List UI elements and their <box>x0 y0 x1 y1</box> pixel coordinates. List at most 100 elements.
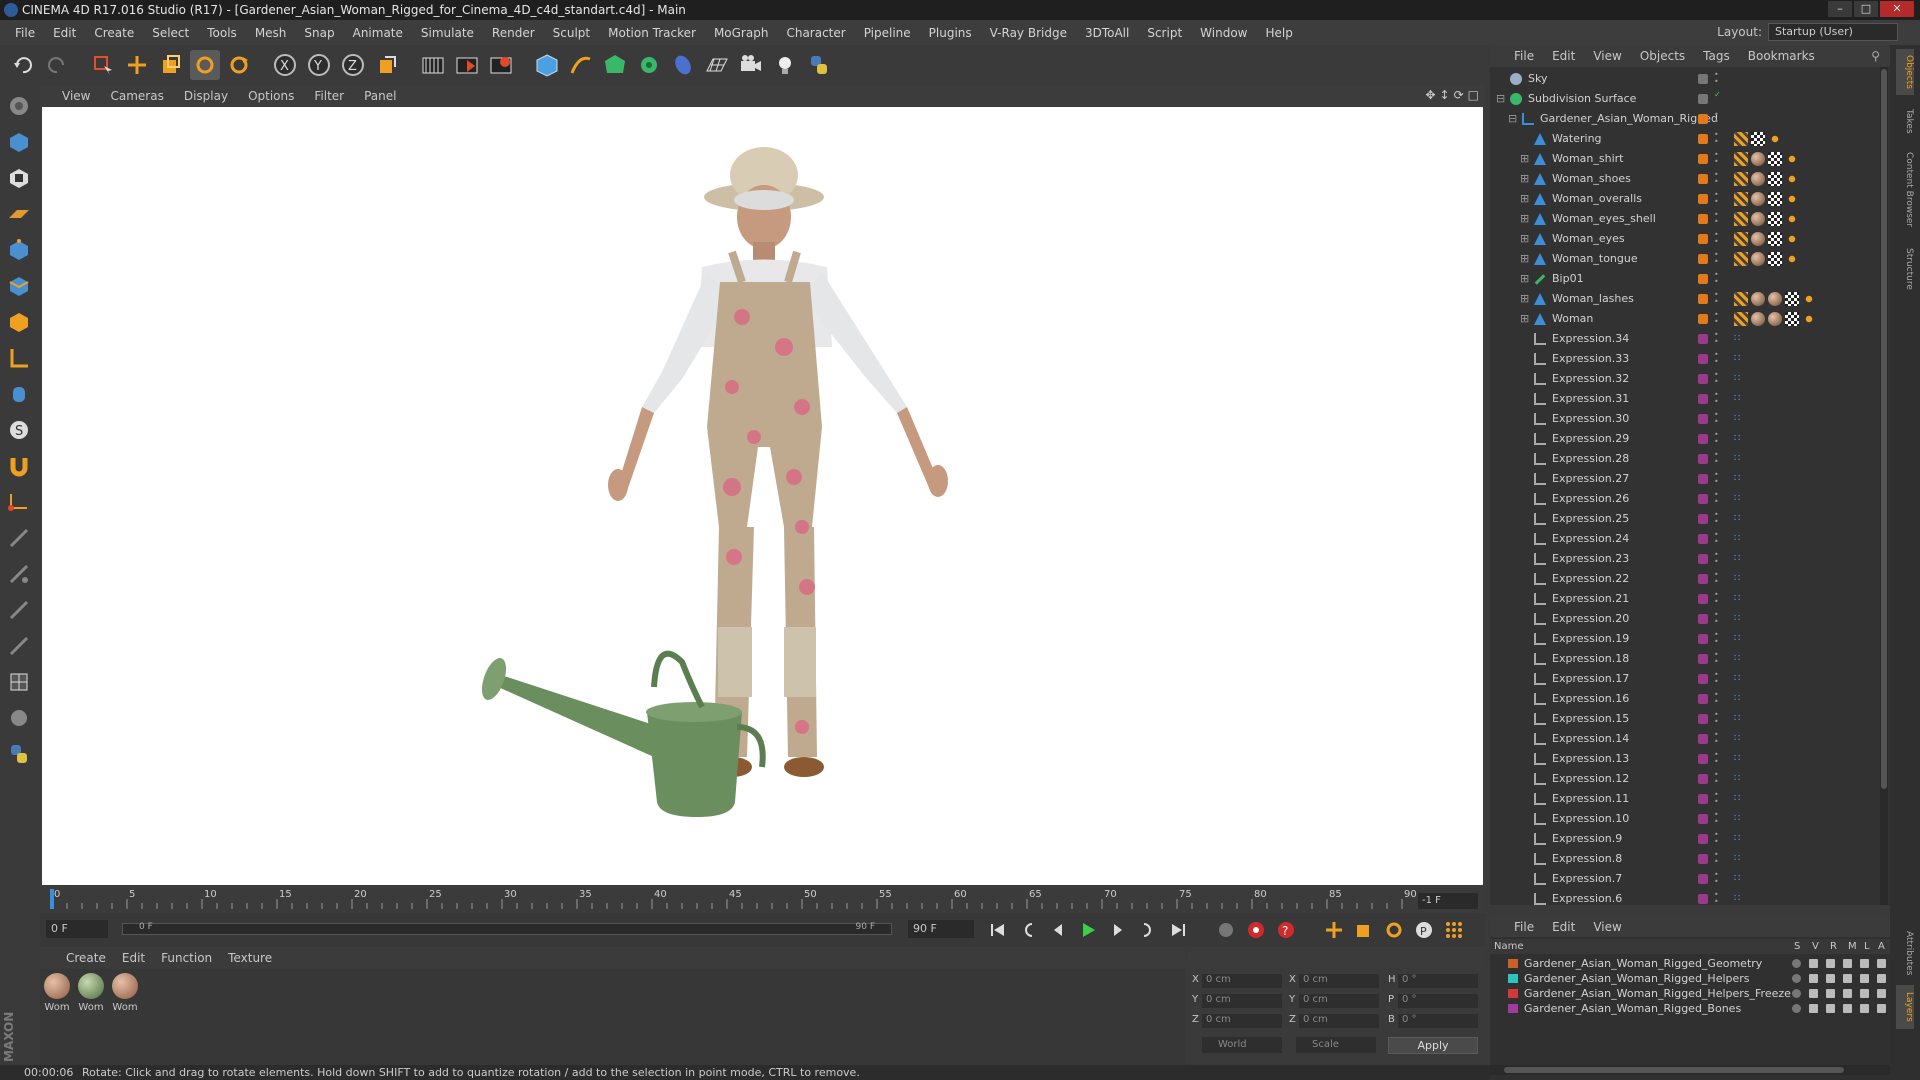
menu-tools[interactable]: Tools <box>198 26 246 40</box>
visibility-toggle-icon[interactable]: • • <box>1714 851 1719 866</box>
maximize-button[interactable]: □ <box>1854 1 1878 17</box>
smooth-tool-icon[interactable] <box>4 595 34 625</box>
layer-color-swatch[interactable] <box>1508 989 1518 998</box>
workplane-icon[interactable] <box>4 199 34 229</box>
key-rotation-icon[interactable] <box>1381 917 1407 943</box>
object-row[interactable]: Expression.21 • • ∷ <box>1490 589 1890 609</box>
visibility-toggle-icon[interactable]: • • <box>1714 531 1719 546</box>
object-row[interactable]: Expression.17 • • ∷ <box>1490 669 1890 689</box>
layer-color-swatch[interactable] <box>1698 754 1708 764</box>
pose-morph-tag-icon[interactable]: ∷ <box>1734 612 1748 626</box>
weight-tag-icon[interactable] <box>1785 212 1799 226</box>
layer-color-swatch[interactable] <box>1698 794 1708 804</box>
layer-manager-icon[interactable] <box>1843 974 1852 983</box>
viewport-menu-panel[interactable]: Panel <box>364 89 396 103</box>
current-frame-field[interactable]: -1 F <box>1418 893 1478 909</box>
uvw-tag-icon[interactable] <box>1768 192 1782 206</box>
z-axis-icon[interactable]: Z <box>338 50 368 80</box>
uvw-tag-icon[interactable] <box>1768 152 1782 166</box>
menu-snap[interactable]: Snap <box>295 26 343 40</box>
layer-color-swatch[interactable] <box>1698 814 1708 824</box>
object-row[interactable]: ⊞ Woman_overalls • • <box>1490 189 1890 209</box>
object-row[interactable]: ⊞ Woman_lashes • • <box>1490 289 1890 309</box>
search-icon[interactable]: ⚲ <box>1871 49 1880 63</box>
object-row[interactable]: Expression.30 • • ∷ <box>1490 409 1890 429</box>
menu-edit[interactable]: Edit <box>44 26 85 40</box>
material-tag-icon[interactable] <box>1751 212 1765 226</box>
pose-morph-tag-icon[interactable]: ∷ <box>1734 512 1748 526</box>
visibility-toggle-icon[interactable]: • • <box>1714 731 1719 746</box>
phong-tag-icon[interactable] <box>1734 212 1748 226</box>
expand-toggle-icon[interactable]: ⊞ <box>1520 189 1529 209</box>
layer-color-swatch[interactable] <box>1698 774 1708 784</box>
render-view-icon[interactable] <box>418 50 448 80</box>
object-row[interactable]: Sky • • <box>1490 69 1890 89</box>
play-icon[interactable] <box>1075 917 1101 943</box>
position-x-field[interactable]: 0 cm <box>1202 974 1282 988</box>
visibility-toggle-icon[interactable]: • • <box>1714 371 1719 386</box>
layer-color-swatch[interactable] <box>1698 634 1708 644</box>
layer-menu-edit[interactable]: Edit <box>1552 920 1575 934</box>
apply-button[interactable]: Apply <box>1388 1037 1478 1054</box>
visibility-toggle-icon[interactable]: • • <box>1714 71 1719 86</box>
viewport-menu-filter[interactable]: Filter <box>314 89 344 103</box>
visibility-toggle-icon[interactable]: • • <box>1714 831 1719 846</box>
visibility-toggle-icon[interactable]: • • <box>1714 771 1719 786</box>
visibility-toggle-icon[interactable]: • • <box>1714 171 1719 186</box>
object-scrollbar[interactable] <box>1880 67 1888 905</box>
recent-tool-icon[interactable] <box>224 50 254 80</box>
pen-spline-icon[interactable] <box>566 50 596 80</box>
menu-simulate[interactable]: Simulate <box>412 26 483 40</box>
pose-morph-tag-icon[interactable]: ∷ <box>1734 692 1748 706</box>
rotation-h-field[interactable]: 0 ° <box>1398 974 1478 988</box>
key-scale-icon[interactable] <box>1351 917 1377 943</box>
object-row[interactable]: Expression.11 • • ∷ <box>1490 789 1890 809</box>
weight-tag-icon[interactable] <box>1785 252 1799 266</box>
layer-lock-icon[interactable] <box>1860 974 1869 983</box>
layer-animation-icon[interactable] <box>1877 1004 1886 1013</box>
object-row[interactable]: Expression.13 • • ∷ <box>1490 749 1890 769</box>
camera-icon[interactable] <box>736 50 766 80</box>
layer-color-swatch[interactable] <box>1698 134 1708 144</box>
layer-color-swatch[interactable] <box>1698 514 1708 524</box>
pose-morph-tag-icon[interactable]: ∷ <box>1734 592 1748 606</box>
visibility-toggle-icon[interactable]: • • <box>1714 451 1719 466</box>
uvw-tag-icon[interactable] <box>1768 232 1782 246</box>
layer-color-swatch[interactable] <box>1698 114 1708 124</box>
visibility-toggle-icon[interactable]: • • <box>1714 411 1719 426</box>
object-row[interactable]: Watering • • <box>1490 129 1890 149</box>
visibility-toggle-icon[interactable]: • • <box>1714 311 1719 326</box>
object-row[interactable]: Expression.8 • • ∷ <box>1490 849 1890 869</box>
phong-tag-icon[interactable] <box>1734 152 1748 166</box>
pose-morph-tag-icon[interactable]: ∷ <box>1734 332 1748 346</box>
object-row[interactable]: ⊞ Woman_eyes_shell • • <box>1490 209 1890 229</box>
menu-script[interactable]: Script <box>1138 26 1191 40</box>
object-row[interactable]: Expression.20 • • ∷ <box>1490 609 1890 629</box>
object-row[interactable]: Expression.7 • • ∷ <box>1490 869 1890 889</box>
object-row[interactable]: Expression.33 • • ∷ <box>1490 349 1890 369</box>
objects-menu-bookmarks[interactable]: Bookmarks <box>1748 49 1815 63</box>
material-tag-icon[interactable] <box>1768 292 1782 306</box>
material-menu-function[interactable]: Function <box>161 951 212 965</box>
menu-mograph[interactable]: MoGraph <box>705 26 778 40</box>
object-row[interactable]: Expression.32 • • ∷ <box>1490 369 1890 389</box>
layer-view-icon[interactable] <box>1809 989 1818 998</box>
weight-tag-icon[interactable] <box>1785 232 1799 246</box>
visibility-toggle-icon[interactable]: • • <box>1714 131 1719 146</box>
menu-3dtoall[interactable]: 3DToAll <box>1076 26 1138 40</box>
layer-color-swatch[interactable] <box>1698 614 1708 624</box>
expand-toggle-icon[interactable]: ⊞ <box>1520 229 1529 249</box>
pose-morph-tag-icon[interactable]: ∷ <box>1734 812 1748 826</box>
object-row[interactable]: ⊞ Bip01 • • <box>1490 269 1890 289</box>
paint-tool-icon[interactable] <box>4 559 34 589</box>
pose-morph-tag-icon[interactable]: ∷ <box>1734 772 1748 786</box>
layer-lock-icon[interactable] <box>1860 959 1869 968</box>
tab-attributes[interactable]: Attributes <box>1896 925 1914 981</box>
snap-icon[interactable]: S <box>4 415 34 445</box>
visibility-toggle-icon[interactable]: • • <box>1714 671 1719 686</box>
next-key-icon[interactable] <box>1135 917 1161 943</box>
menu-file[interactable]: File <box>6 26 44 40</box>
pose-morph-tag-icon[interactable]: ∷ <box>1734 832 1748 846</box>
layer-color-swatch[interactable] <box>1508 959 1518 968</box>
layer-render-icon[interactable] <box>1826 974 1835 983</box>
